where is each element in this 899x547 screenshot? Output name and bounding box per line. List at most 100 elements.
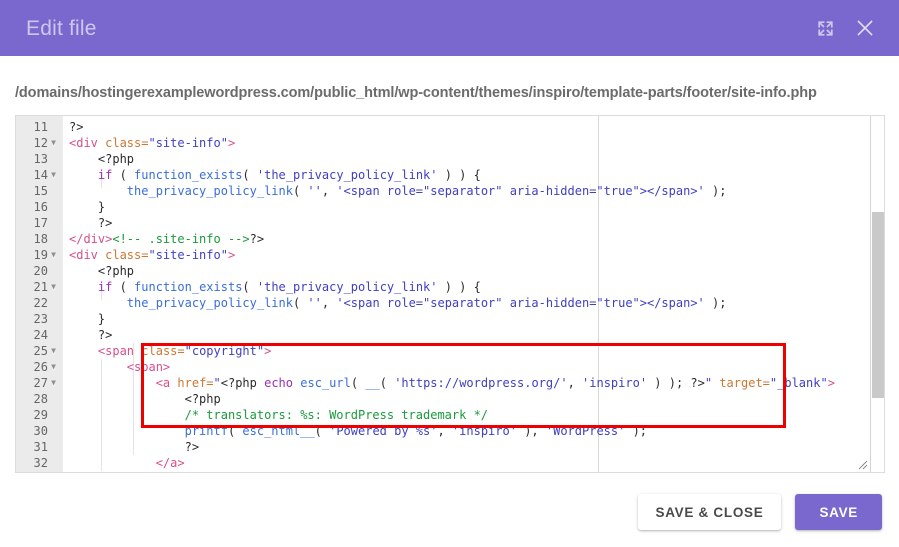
code-line[interactable]: <div class="site-info"> — [63, 135, 884, 151]
code-line[interactable]: <div class="site-info"> — [63, 247, 884, 263]
code-token: ?> — [69, 328, 113, 342]
code-line[interactable]: <?php — [63, 263, 884, 279]
line-number: 19 — [33, 248, 48, 262]
code-token: ) ); ?> — [647, 376, 705, 390]
code-token: </a> — [155, 456, 185, 470]
vertical-scrollbar[interactable] — [870, 116, 884, 472]
titlebar-actions — [813, 16, 877, 40]
code-line[interactable]: ?> — [63, 119, 884, 135]
line-number: 18 — [33, 232, 48, 246]
fold-toggle-icon[interactable]: ▼ — [48, 359, 59, 375]
code-line[interactable]: <span> — [63, 359, 884, 375]
code-token: ( — [242, 168, 257, 182]
code-content[interactable]: ?> <div class="site-info"> <?php if ( fun… — [63, 116, 884, 472]
fold-toggle-icon[interactable]: ▼ — [48, 343, 59, 359]
line-number: 33 — [34, 471, 48, 472]
line-number: 24 — [33, 328, 48, 342]
code-token: "site-info" — [148, 248, 228, 262]
code-token: if — [97, 280, 113, 294]
code-token: <?php — [69, 392, 221, 406]
code-token: " — [704, 376, 713, 390]
code-token: ( — [112, 280, 135, 294]
line-number: 20 — [33, 264, 48, 278]
code-token: , — [567, 376, 583, 390]
gutter-line-12: 12 ▼ — [16, 135, 63, 151]
code-line[interactable]: if ( function_exists( 'the_privacy_polic… — [63, 279, 884, 295]
fold-toggle-icon[interactable]: ▼ — [48, 279, 59, 295]
code-token: } — [69, 200, 106, 214]
code-line[interactable]: the_privacy_policy_link( '', '<span role… — [63, 183, 884, 199]
code-line[interactable]: if ( function_exists( 'the_privacy_polic… — [63, 167, 884, 183]
code-token: href= — [177, 376, 214, 390]
code-token: 'WordPress' — [545, 424, 626, 438]
code-token: > — [264, 344, 272, 358]
code-token: 'the_privacy_policy_link' — [256, 168, 438, 182]
code-token: '<span role="separator" aria-hidden="tru… — [336, 296, 705, 310]
code-token: > — [227, 136, 236, 150]
code-line[interactable]: the_privacy_policy_link( '', '<span role… — [63, 295, 884, 311]
code-token: ); — [704, 296, 727, 310]
close-icon[interactable] — [853, 16, 877, 40]
file-path-label: /domains/hostingerexamplewordpress.com/p… — [15, 85, 817, 101]
code-token: 'the_privacy_policy_link' — [256, 280, 438, 294]
code-token: '' — [307, 296, 322, 310]
fold-toggle-icon[interactable]: ▼ — [48, 135, 59, 151]
save-button[interactable]: SAVE — [795, 494, 882, 530]
code-line[interactable]: ?> — [63, 215, 884, 231]
code-token: </div> — [69, 232, 113, 246]
code-line[interactable]: <a href="<?php echo esc_url( __( 'https:… — [63, 375, 884, 391]
code-token: <span> — [126, 360, 171, 374]
code-line[interactable]: ?> — [63, 439, 884, 455]
edit-file-modal: Edit file /domains/hostingerexamplewordp… — [0, 0, 899, 547]
code-line[interactable]: <?php — [63, 391, 884, 407]
code-token: ) ) { — [437, 280, 481, 294]
expand-fullscreen-icon[interactable] — [813, 16, 837, 40]
line-number: 16 — [33, 200, 48, 214]
code-token: ( — [292, 184, 308, 198]
code-line[interactable]: printf( esc_html__( 'Powered by %s', 'in… — [63, 423, 884, 439]
fold-toggle-icon[interactable]: ▼ — [48, 167, 59, 183]
code-line[interactable]: </span> — [63, 471, 884, 472]
code-token: ?> — [69, 120, 84, 134]
code-token: , — [321, 296, 337, 310]
code-line[interactable]: } — [63, 311, 884, 327]
code-token: <?php — [220, 376, 265, 390]
code-token: <!-- .site-info --> — [112, 232, 250, 246]
gutter-line-16: 16▼ — [16, 199, 63, 215]
code-line[interactable]: </a> — [63, 455, 884, 471]
gutter-line-23: 23▼ — [16, 311, 63, 327]
gutter-line-14: 14 ▼ — [16, 167, 63, 183]
resize-grip-icon[interactable] — [856, 458, 868, 470]
line-number: 23 — [33, 312, 48, 326]
code-editor[interactable]: 11▼12▼13▼14▼15▼16▼17▼18▼19▼20▼21▼22▼23▼2… — [15, 115, 885, 473]
code-line[interactable]: } — [63, 199, 884, 215]
line-number: 22 — [33, 296, 48, 310]
code-token: <a — [155, 376, 178, 390]
scrollbar-thumb[interactable] — [872, 212, 884, 398]
code-line[interactable]: </div><!-- .site-info -->?> — [63, 231, 884, 247]
fold-toggle-icon[interactable]: ▼ — [48, 247, 59, 263]
code-token: ( — [350, 376, 366, 390]
fold-toggle-icon[interactable]: ▼ — [48, 375, 59, 391]
code-token: 'inspiro' — [451, 424, 517, 438]
code-token: the_privacy_policy_link — [126, 184, 293, 198]
code-line[interactable]: ?> — [63, 327, 884, 343]
code-line[interactable]: <span class="copyright"> — [63, 343, 884, 359]
code-line[interactable]: /* translators: %s: WordPress trademark … — [63, 407, 884, 423]
save-and-close-button[interactable]: SAVE & CLOSE — [637, 494, 782, 530]
code-token: /* translators: %s: WordPress trademark … — [184, 408, 489, 422]
code-line[interactable]: <?php — [63, 151, 884, 167]
code-token: } — [69, 312, 106, 326]
code-token: > — [227, 248, 236, 262]
gutter-line-28: 28▼ — [16, 391, 63, 407]
gutter-line-32: 32▼ — [16, 455, 63, 471]
page-title: Edit file — [26, 16, 97, 40]
code-token: <div — [69, 136, 106, 150]
